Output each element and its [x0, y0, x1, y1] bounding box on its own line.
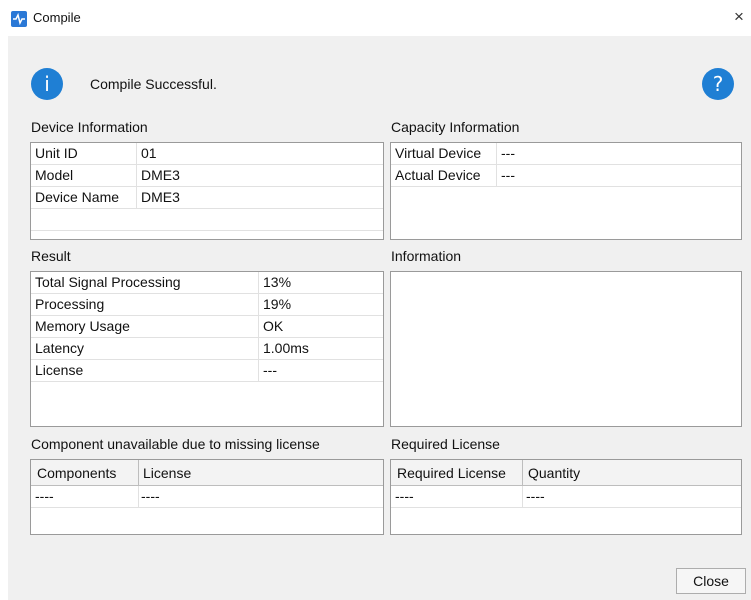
row-key: Unit ID	[35, 145, 78, 161]
close-button[interactable]: Close	[676, 568, 746, 594]
unavailable-heading: Component unavailable due to missing lic…	[31, 436, 320, 452]
row-key: Memory Usage	[35, 318, 130, 334]
row-value: 13%	[263, 274, 292, 290]
row-value: OK	[263, 318, 284, 334]
table-row: Actual Device ---	[391, 165, 741, 187]
table-row: Memory Usage OK	[31, 316, 383, 338]
column-separator	[258, 316, 259, 338]
table-row: License ---	[31, 360, 383, 382]
table-row: Latency 1.00ms	[31, 338, 383, 360]
table-row: Device Name DME3	[31, 187, 383, 209]
table-row-empty	[31, 209, 383, 231]
information-panel	[390, 271, 742, 427]
row-value: DME3	[141, 167, 180, 183]
table-row: Total Signal Processing 13%	[31, 272, 383, 294]
window-edge	[0, 36, 8, 600]
cell-license: ----	[141, 488, 160, 504]
column-separator	[522, 486, 523, 508]
row-value: 19%	[263, 296, 292, 312]
table-header: Required License Quantity	[391, 460, 741, 486]
row-key: Device Name	[35, 189, 120, 205]
table-header: Components License	[31, 460, 383, 486]
row-key: Total Signal Processing	[35, 274, 181, 290]
app-icon	[11, 11, 27, 27]
column-separator	[258, 294, 259, 316]
column-separator	[258, 272, 259, 294]
result-table: Total Signal Processing 13% Processing 1…	[30, 271, 384, 427]
column-separator	[258, 338, 259, 360]
column-separator[interactable]	[522, 460, 523, 486]
column-separator	[136, 165, 137, 187]
column-header-components[interactable]: Components	[37, 465, 116, 481]
information-heading: Information	[391, 248, 462, 264]
row-value: DME3	[141, 189, 180, 205]
table-row: Unit ID 01	[31, 143, 383, 165]
table-row: Processing 19%	[31, 294, 383, 316]
table-row: Model DME3	[31, 165, 383, 187]
row-key: License	[35, 362, 84, 378]
window-title: Compile	[33, 10, 81, 25]
column-separator	[496, 143, 497, 165]
status-message: Compile Successful.	[90, 76, 217, 92]
row-key: Virtual Device	[395, 145, 482, 161]
cell-components: ----	[35, 488, 54, 504]
result-heading: Result	[31, 248, 71, 264]
capacity-info-heading: Capacity Information	[391, 119, 520, 135]
column-separator[interactable]	[138, 460, 139, 486]
title-bar: Compile ×	[0, 0, 751, 36]
cell-quantity: ----	[526, 488, 545, 504]
device-info-heading: Device Information	[31, 119, 148, 135]
row-key: Latency	[35, 340, 85, 356]
info-icon: i	[31, 68, 63, 100]
row-value: ---	[263, 362, 277, 378]
row-key: Model	[35, 167, 74, 183]
row-value: ---	[501, 167, 515, 183]
column-separator	[136, 143, 137, 165]
required-license-table: Required License Quantity ---- ----	[390, 459, 742, 535]
table-row[interactable]: ---- ----	[31, 486, 383, 508]
row-value: ---	[501, 145, 515, 161]
help-icon[interactable]: ?	[702, 68, 734, 100]
column-separator	[258, 360, 259, 382]
row-key: Actual Device	[395, 167, 481, 183]
capacity-info-table: Virtual Device --- Actual Device ---	[390, 142, 742, 240]
column-header-license[interactable]: License	[143, 465, 191, 481]
row-value: 01	[141, 145, 157, 161]
column-separator	[136, 187, 137, 209]
close-icon[interactable]: ×	[734, 7, 744, 27]
unavailable-table: Components License ---- ----	[30, 459, 384, 535]
column-separator	[496, 165, 497, 187]
column-header-quantity[interactable]: Quantity	[528, 465, 580, 481]
table-row: Virtual Device ---	[391, 143, 741, 165]
column-header-required-license[interactable]: Required License	[397, 465, 506, 481]
cell-required-license: ----	[395, 488, 414, 504]
table-row[interactable]: ---- ----	[391, 486, 741, 508]
device-info-table: Unit ID 01 Model DME3 Device Name DME3	[30, 142, 384, 240]
column-separator	[138, 486, 139, 508]
row-key: Processing	[35, 296, 105, 312]
required-license-heading: Required License	[391, 436, 500, 452]
row-value: 1.00ms	[263, 340, 309, 356]
